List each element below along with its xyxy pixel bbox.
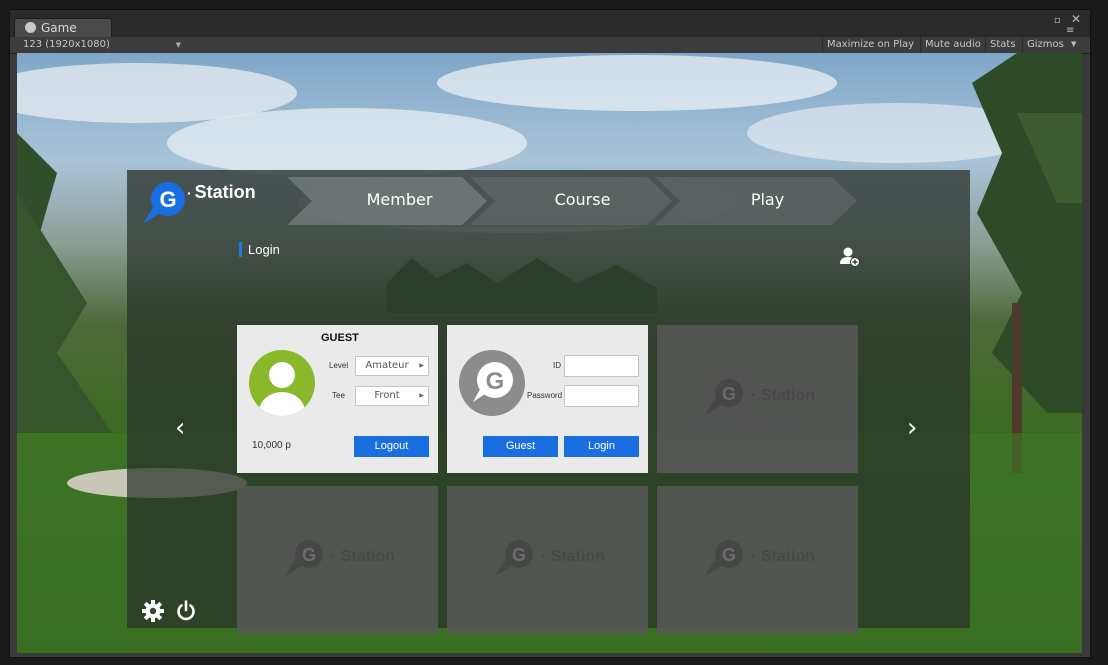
caret-down-icon: ▼: [175, 41, 181, 49]
brand-dot: ·: [187, 185, 192, 201]
gear-icon[interactable]: [142, 600, 164, 622]
stats-toggle[interactable]: Stats: [985, 37, 1020, 53]
gstation-panel: G ·Station Member Course Play Login ‹ ›: [127, 170, 970, 634]
login-card: G ID Password Guest Login: [447, 325, 648, 473]
section-title-login: Login: [239, 242, 280, 257]
svg-text:G: G: [722, 545, 736, 565]
tab-game-label: Game: [41, 21, 77, 35]
mute-audio-toggle[interactable]: Mute audio: [920, 37, 985, 53]
game-toolbar: 123 (1920x1080) ▼ Maximize on Play Mute …: [10, 37, 1090, 54]
slot-brand-text: Station: [340, 548, 395, 565]
progress-header: G · Station Member Course Play: [127, 170, 970, 227]
brand-wordmark: · Station: [187, 182, 256, 203]
svg-text:G: G: [302, 545, 316, 565]
svg-text:G: G: [159, 187, 176, 212]
close-icon[interactable]: ✕: [1071, 12, 1081, 26]
tab-game[interactable]: Game: [14, 18, 112, 37]
avatar: [249, 350, 315, 416]
step-play[interactable]: Play: [680, 177, 855, 223]
chevron-right-icon[interactable]: ›: [907, 413, 917, 443]
step-member[interactable]: Member: [312, 177, 487, 223]
slot-brand-text: Station: [760, 548, 815, 565]
slot-brand: · Station: [751, 548, 815, 565]
level-select[interactable]: Amateur ▶: [355, 356, 429, 376]
empty-player-slot[interactable]: G · Station: [237, 486, 438, 634]
step-course[interactable]: Course: [495, 177, 670, 223]
slot-brand-text: Station: [550, 548, 605, 565]
id-label: ID: [553, 361, 561, 370]
slot-logo: G · Station: [701, 538, 816, 582]
editor-tabstrip: Game ▫ ✕ ≡: [10, 10, 1090, 37]
add-user-icon[interactable]: [839, 246, 861, 268]
points-balance: 10,000 p: [252, 440, 291, 451]
empty-player-slot[interactable]: G · Station: [657, 486, 858, 634]
tee-label: Tee: [332, 391, 345, 400]
slot-brand: · Station: [541, 548, 605, 565]
gstation-logo-icon: G: [473, 362, 513, 402]
svg-text:G: G: [512, 545, 526, 565]
gstation-logo-icon: G: [143, 182, 185, 224]
gizmos-caret-icon[interactable]: ▼: [1071, 40, 1076, 48]
password-label: Password: [527, 391, 563, 400]
login-button[interactable]: Login: [564, 436, 639, 457]
game-viewport: G ·Station Member Course Play Login ‹ ›: [17, 53, 1082, 653]
resolution-value: 123 (1920x1080): [23, 39, 110, 50]
level-value: Amateur: [365, 360, 409, 371]
slot-brand-text: Station: [760, 387, 815, 404]
player-name: GUEST: [321, 332, 359, 344]
guest-profile-card: GUEST Level Amateur ▶ Tee Front ▶ 10,000…: [237, 325, 438, 473]
slot-logo: G · Station: [701, 377, 816, 417]
slot-brand: · Station: [751, 387, 815, 404]
svg-text:G: G: [486, 368, 505, 395]
empty-player-slot[interactable]: G · Station: [447, 486, 648, 634]
maximize-icon[interactable]: ▫: [1054, 15, 1061, 26]
unity-icon: [25, 22, 36, 33]
user-silhouette-icon: [259, 362, 305, 416]
level-label: Level: [329, 361, 349, 370]
slot-brand: · Station: [331, 548, 395, 565]
empty-player-slot[interactable]: G · Station: [657, 325, 858, 473]
tee-select[interactable]: Front ▶: [355, 386, 429, 406]
caret-right-icon: ▶: [419, 392, 424, 399]
slot-logo: G · Station: [491, 538, 606, 582]
chevron-left-icon[interactable]: ‹: [175, 413, 185, 443]
slot-logo: G · Station: [281, 538, 396, 582]
power-icon[interactable]: [175, 600, 197, 622]
resolution-dropdown[interactable]: 123 (1920x1080) ▼: [23, 37, 181, 53]
logout-button[interactable]: Logout: [354, 436, 429, 457]
gizmos-toggle[interactable]: Gizmos: [1022, 37, 1068, 53]
password-input[interactable]: [564, 385, 639, 407]
brand-name: Station: [194, 182, 256, 202]
svg-text:G: G: [722, 384, 736, 404]
tee-value: Front: [374, 390, 400, 401]
default-avatar: G: [459, 350, 525, 416]
menu-icon[interactable]: ≡: [1066, 25, 1074, 36]
maximize-on-play-toggle[interactable]: Maximize on Play: [822, 37, 918, 53]
caret-right-icon: ▶: [419, 362, 424, 369]
guest-button[interactable]: Guest: [483, 436, 558, 457]
id-input[interactable]: [564, 355, 639, 377]
